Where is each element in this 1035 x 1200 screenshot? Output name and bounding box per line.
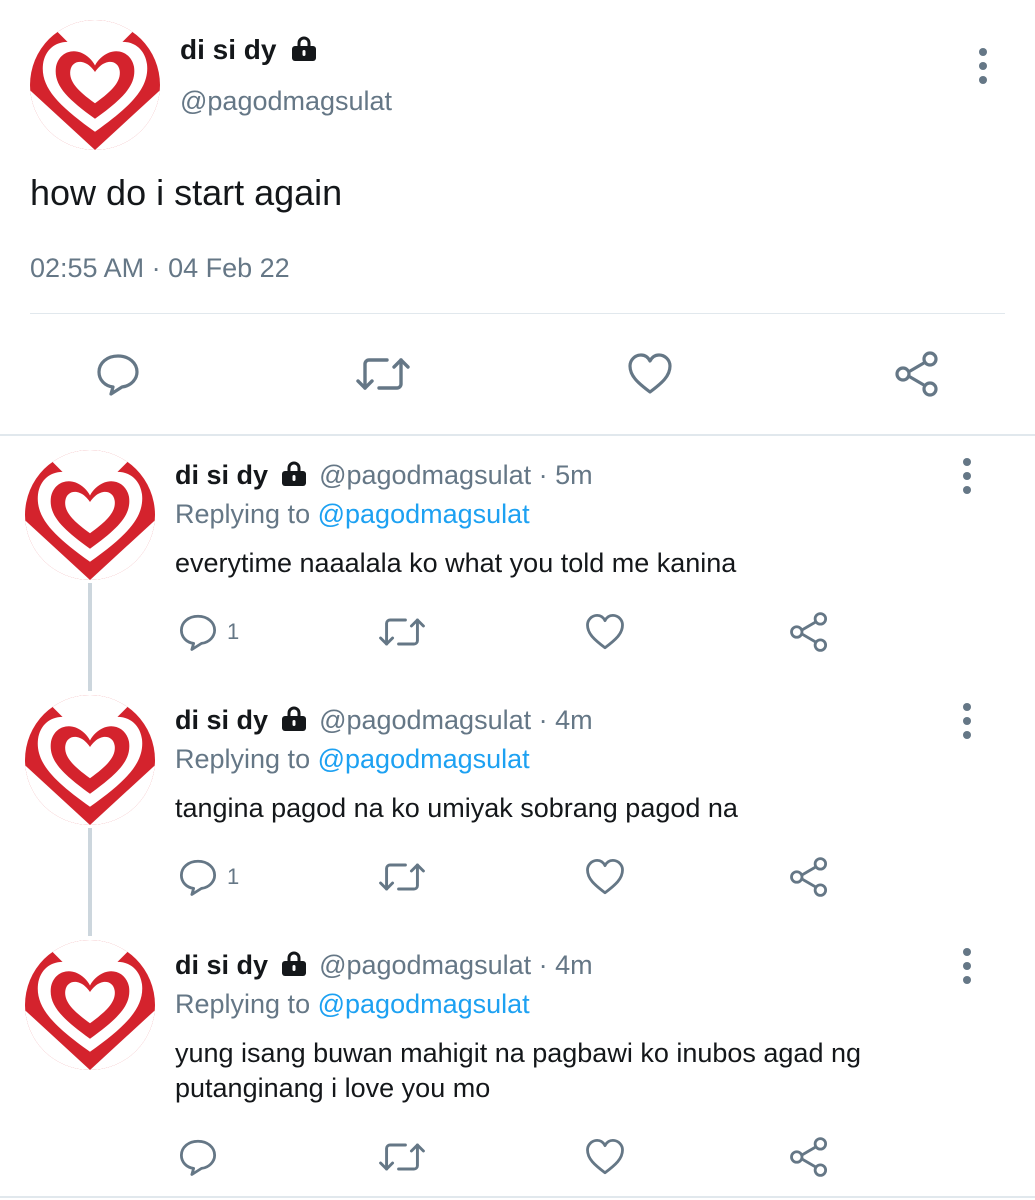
reply-button[interactable]: 1	[177, 856, 239, 898]
relative-time[interactable]: 4m	[555, 950, 593, 980]
timestamp[interactable]: 02:55 AM · 04 Feb 22	[30, 251, 290, 285]
share-icon	[893, 350, 941, 398]
like-button[interactable]	[584, 1136, 626, 1178]
retweet-button[interactable]	[378, 611, 426, 653]
reply-icon	[177, 856, 219, 898]
share-button[interactable]	[788, 1136, 830, 1178]
share-button[interactable]	[788, 856, 830, 898]
retweet-button[interactable]	[378, 856, 426, 898]
bottom-divider	[0, 1196, 1035, 1198]
replying-to-row: Replying to @pagodmagsulat	[175, 497, 530, 531]
lock-icon	[280, 951, 308, 977]
tweet-text-line: putanginang i love you mo	[175, 1073, 491, 1103]
lock-icon	[280, 461, 308, 487]
lock-icon	[290, 36, 318, 62]
heart-avatar-icon	[30, 20, 160, 150]
reply-button[interactable]	[94, 350, 142, 398]
mention-link[interactable]: @pagodmagsulat	[318, 499, 530, 529]
thread-line	[88, 583, 92, 691]
separator: ·	[538, 950, 548, 980]
retweet-icon	[378, 856, 426, 898]
display-name: di si dy	[180, 34, 277, 65]
avatar[interactable]	[25, 940, 155, 1070]
separator: ·	[538, 705, 548, 735]
reply-icon	[177, 1136, 219, 1178]
avatar[interactable]	[30, 20, 160, 150]
more-options-icon[interactable]	[957, 458, 977, 494]
lock-icon	[280, 706, 308, 732]
like-button[interactable]	[584, 856, 626, 898]
handle[interactable]: @pagodmagsulat	[319, 950, 531, 980]
share-icon	[788, 1136, 830, 1178]
reply-button[interactable]: 1	[177, 611, 239, 653]
replying-to-row: Replying to @pagodmagsulat	[175, 742, 530, 776]
replying-label: Replying to	[175, 499, 311, 529]
reply-header: di si dy @pagodmagsulat · 4m	[175, 948, 593, 982]
retweet-icon	[378, 1136, 426, 1178]
heart-avatar-icon	[25, 450, 155, 580]
retweet-icon	[355, 350, 411, 398]
reply-header: di si dy @pagodmagsulat · 5m	[175, 458, 593, 492]
reply-header: di si dy @pagodmagsulat · 4m	[175, 703, 593, 737]
mention-link[interactable]: @pagodmagsulat	[318, 744, 530, 774]
share-icon	[788, 856, 830, 898]
mention-link[interactable]: @pagodmagsulat	[318, 989, 530, 1019]
tweet-text-line: everytime naaalala ko what you told me k…	[175, 548, 737, 578]
avatar[interactable]	[25, 450, 155, 580]
display-name[interactable]: di si dy	[175, 705, 268, 735]
tweet-text-line: tangina pagod na ko umiyak sobrang pagod…	[175, 793, 738, 823]
reply-button[interactable]	[177, 1136, 219, 1178]
like-icon	[584, 611, 626, 653]
reply-count: 1	[227, 619, 240, 644]
avatar[interactable]	[25, 695, 155, 825]
like-button[interactable]	[626, 350, 674, 398]
handle[interactable]: @pagodmagsulat	[319, 705, 531, 735]
replying-label: Replying to	[175, 989, 311, 1019]
retweet-button[interactable]	[355, 350, 411, 398]
reply-count: 1	[227, 864, 240, 889]
relative-time[interactable]: 4m	[555, 705, 593, 735]
like-icon	[584, 1136, 626, 1178]
tweet-text-line: yung isang buwan mahigit na pagbawi ko i…	[175, 1038, 861, 1068]
tweet-text: tangina pagod na ko umiyak sobrang pagod…	[175, 791, 738, 825]
section-divider	[0, 434, 1035, 436]
like-icon	[584, 856, 626, 898]
share-button[interactable]	[893, 350, 941, 398]
reply-icon	[177, 611, 219, 653]
heart-avatar-icon	[25, 695, 155, 825]
tweet-text: yung isang buwan mahigit na pagbawi ko i…	[175, 1036, 861, 1106]
replying-to-row: Replying to @pagodmagsulat	[175, 987, 530, 1021]
share-button[interactable]	[788, 611, 830, 653]
reply-icon	[94, 350, 142, 398]
tweet-text: everytime naaalala ko what you told me k…	[175, 546, 736, 580]
tweet-text: how do i start again	[30, 172, 343, 213]
display-name-row[interactable]: di si dy	[180, 32, 318, 68]
heart-avatar-icon	[25, 940, 155, 1070]
like-button[interactable]	[584, 611, 626, 653]
more-options-icon[interactable]	[957, 948, 977, 984]
display-name[interactable]: di si dy	[175, 950, 268, 980]
divider	[30, 313, 1005, 314]
handle[interactable]: @pagodmagsulat	[180, 84, 392, 118]
retweet-button[interactable]	[378, 1136, 426, 1178]
handle[interactable]: @pagodmagsulat	[319, 460, 531, 490]
retweet-icon	[378, 611, 426, 653]
display-name[interactable]: di si dy	[175, 460, 268, 490]
more-options-icon[interactable]	[957, 703, 977, 739]
more-options-icon[interactable]	[973, 48, 993, 84]
like-icon	[626, 350, 674, 398]
separator: ·	[538, 460, 548, 490]
share-icon	[788, 611, 830, 653]
thread-line	[88, 828, 92, 936]
relative-time[interactable]: 5m	[555, 460, 593, 490]
replying-label: Replying to	[175, 744, 311, 774]
